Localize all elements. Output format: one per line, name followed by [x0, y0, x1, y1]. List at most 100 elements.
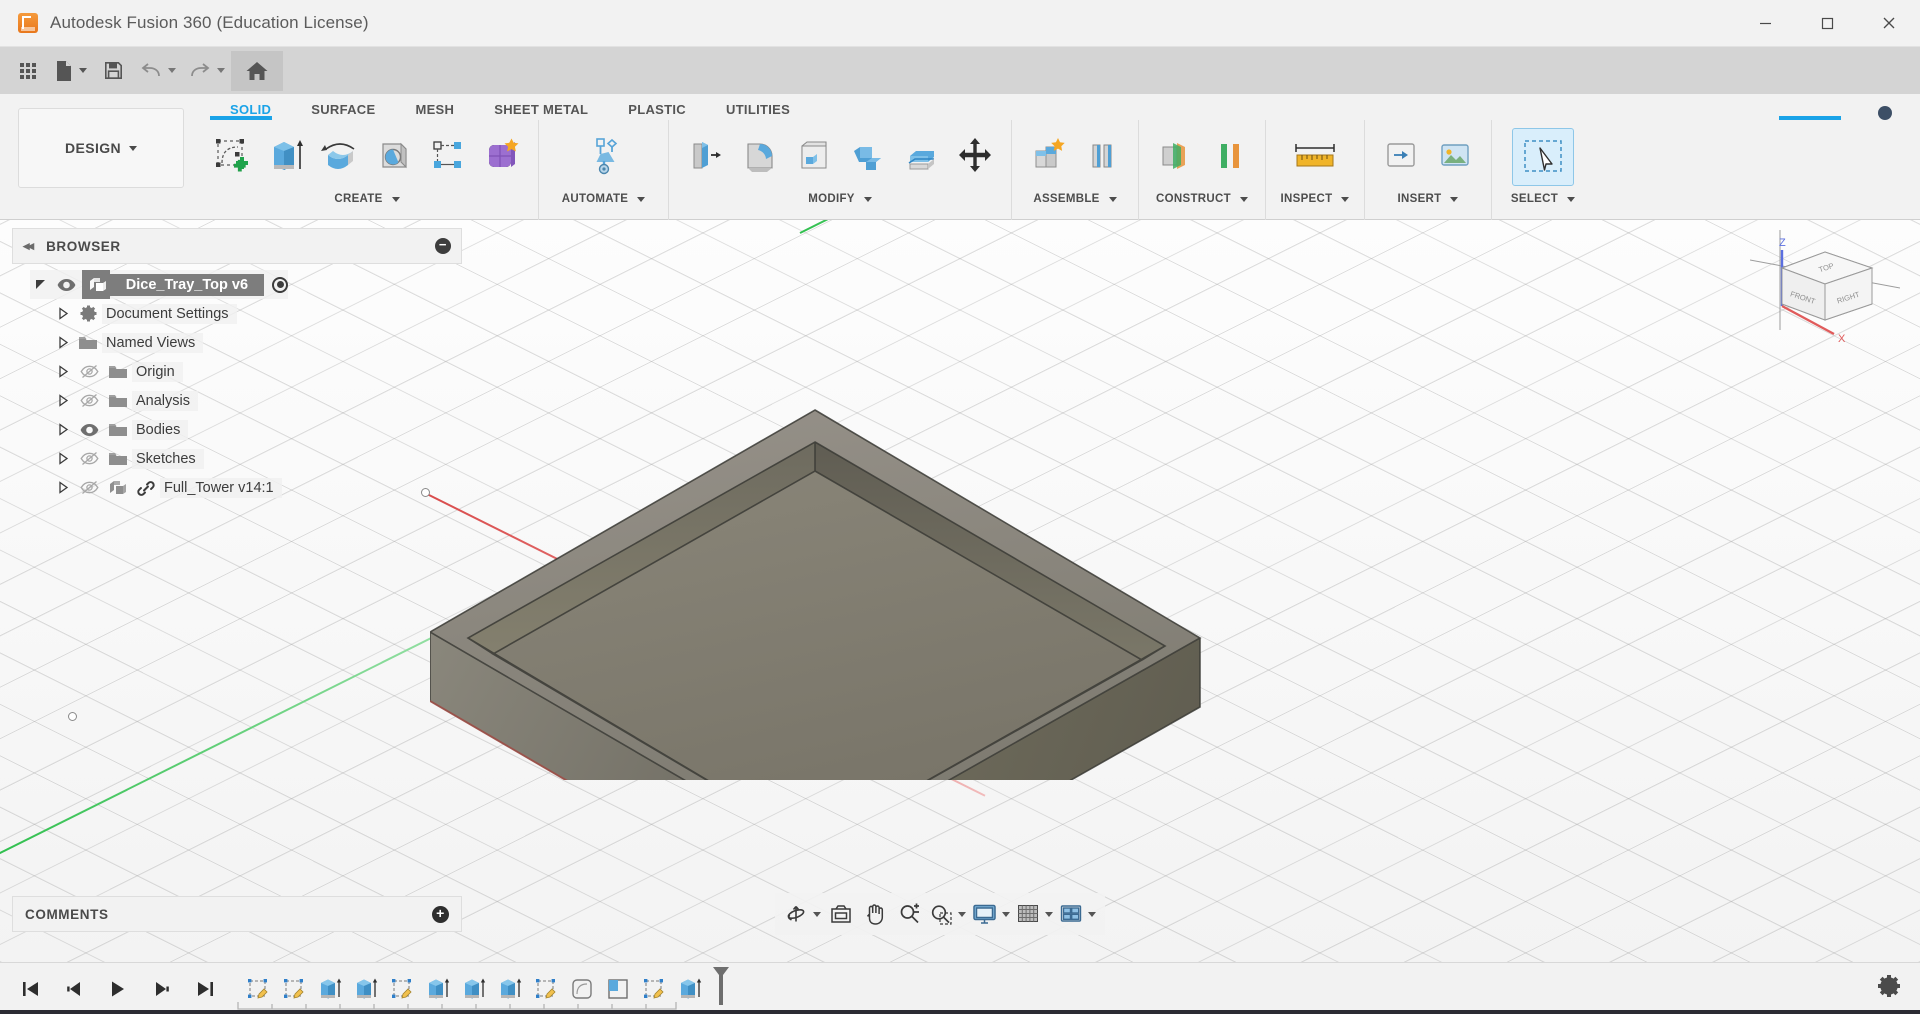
- tool-create-sketch[interactable]: [206, 124, 258, 186]
- panel-construct-label[interactable]: CONSTRUCT: [1145, 186, 1259, 212]
- browser-item-origin[interactable]: Origin: [52, 357, 462, 386]
- skip-to-end-icon[interactable]: [186, 969, 226, 1009]
- grid-snap-icon[interactable]: [1013, 896, 1056, 932]
- folder-icon: [104, 364, 132, 380]
- comments-panel[interactable]: COMMENTS +: [12, 896, 462, 932]
- file-menu-button[interactable]: [48, 51, 93, 91]
- expand-triangle-icon[interactable]: [52, 423, 74, 436]
- orbit-icon[interactable]: [781, 896, 824, 932]
- tool-create-form[interactable]: [476, 124, 528, 186]
- display-settings-icon[interactable]: [969, 896, 1013, 932]
- visibility-eye-icon[interactable]: [74, 423, 104, 437]
- tool-automate[interactable]: [578, 124, 630, 186]
- tool-extrude[interactable]: [260, 124, 312, 186]
- viewports-icon[interactable]: [1056, 896, 1099, 932]
- tool-pattern[interactable]: [422, 124, 474, 186]
- zoom-icon[interactable]: [892, 896, 926, 932]
- tab-surface[interactable]: SURFACE: [291, 94, 395, 117]
- panel-label-text: INSPECT: [1281, 193, 1333, 205]
- browser-root-row[interactable]: Dice_Tray_Top v6: [30, 270, 288, 299]
- expand-triangle-icon[interactable]: [52, 452, 74, 465]
- tab-utilities[interactable]: UTILITIES: [706, 94, 810, 117]
- visibility-eye-off-icon[interactable]: [74, 451, 104, 466]
- tool-plane-at-angle[interactable]: [1203, 124, 1255, 186]
- timeline-feature-extrude[interactable]: [672, 970, 708, 1008]
- panel-assemble-label[interactable]: ASSEMBLE: [1018, 186, 1132, 212]
- tool-select[interactable]: [1512, 128, 1574, 186]
- tool-fillet[interactable]: [733, 124, 785, 186]
- activate-component-radio[interactable]: [272, 277, 288, 293]
- expand-triangle-icon[interactable]: [30, 278, 52, 291]
- panel-insert-label[interactable]: INSERT: [1371, 186, 1485, 212]
- home-button[interactable]: [231, 51, 283, 91]
- tool-decal[interactable]: [1429, 124, 1481, 186]
- timeline-ruler: [237, 1001, 677, 1010]
- tab-mesh[interactable]: MESH: [395, 94, 474, 117]
- browser-collapse-icon[interactable]: ◂◂: [23, 238, 32, 254]
- visibility-eye-off-icon[interactable]: [74, 393, 104, 408]
- step-back-icon[interactable]: [54, 969, 94, 1009]
- workspace-selector[interactable]: DESIGN: [18, 108, 184, 188]
- pan-icon[interactable]: [858, 896, 892, 932]
- expand-triangle-icon[interactable]: [52, 481, 74, 494]
- tool-measure[interactable]: [1289, 124, 1341, 186]
- browser-item-analysis[interactable]: Analysis: [52, 386, 462, 415]
- show-data-panel-button[interactable]: [8, 51, 48, 91]
- panel-automate-label[interactable]: AUTOMATE: [545, 186, 662, 212]
- tool-move-copy[interactable]: [949, 124, 1001, 186]
- tab-sheet-metal[interactable]: SHEET METAL: [474, 94, 608, 117]
- tool-new-component[interactable]: [1022, 124, 1074, 186]
- panel-select-label[interactable]: SELECT: [1498, 186, 1588, 212]
- play-icon[interactable]: [98, 969, 138, 1009]
- browser-minimize-button[interactable]: −: [435, 238, 451, 254]
- tool-press-pull[interactable]: [679, 124, 731, 186]
- save-button[interactable]: [93, 51, 133, 91]
- visibility-eye-icon[interactable]: [52, 278, 82, 292]
- panel-modify-label[interactable]: MODIFY: [675, 186, 1005, 212]
- browser-item-sketches[interactable]: Sketches: [52, 444, 462, 473]
- browser-item-bodies[interactable]: Bodies: [52, 415, 462, 444]
- timeline-marker[interactable]: [710, 965, 732, 1012]
- browser-item-label: Origin: [132, 362, 183, 382]
- tray-model[interactable]: [430, 220, 1230, 780]
- tool-offset-plane[interactable]: [1149, 124, 1201, 186]
- panel-create-label[interactable]: CREATE: [202, 186, 532, 212]
- add-comment-button[interactable]: +: [432, 906, 449, 923]
- chevron-down-icon: [813, 912, 821, 917]
- tool-offset-face[interactable]: [895, 124, 947, 186]
- tab-solid[interactable]: SOLID: [210, 94, 291, 117]
- chevron-down-icon: [129, 146, 137, 151]
- tool-combine[interactable]: [841, 124, 893, 186]
- undo-button[interactable]: [133, 51, 182, 91]
- tool-shell[interactable]: [787, 124, 839, 186]
- visibility-eye-off-icon[interactable]: [74, 364, 104, 379]
- close-button[interactable]: [1858, 0, 1920, 47]
- panel-inspect-label[interactable]: INSPECT: [1272, 186, 1358, 212]
- timeline-settings-gear-icon[interactable]: [1876, 973, 1902, 1004]
- zoom-window-icon[interactable]: [926, 896, 969, 932]
- view-cube[interactable]: Z X TOP FRONT RIGHT: [1750, 230, 1900, 360]
- chevron-down-icon: [864, 197, 872, 202]
- ribbon-tabs: SOLID SURFACE MESH SHEET METAL PLASTIC U…: [210, 94, 810, 117]
- tab-plastic[interactable]: PLASTIC: [608, 94, 706, 117]
- tool-revolve[interactable]: [314, 124, 366, 186]
- expand-triangle-icon[interactable]: [52, 394, 74, 407]
- visibility-eye-off-icon[interactable]: [74, 480, 104, 495]
- minimize-button[interactable]: [1734, 0, 1796, 47]
- expand-triangle-icon[interactable]: [52, 336, 74, 349]
- browser-item-full-tower[interactable]: Full_Tower v14:1: [52, 473, 462, 502]
- expand-triangle-icon[interactable]: [52, 365, 74, 378]
- browser-item-named-views[interactable]: Named Views: [52, 328, 462, 357]
- redo-button[interactable]: [182, 51, 231, 91]
- tool-sweep[interactable]: [368, 124, 420, 186]
- look-at-icon[interactable]: [824, 896, 858, 932]
- step-forward-icon[interactable]: [142, 969, 182, 1009]
- maximize-button[interactable]: [1796, 0, 1858, 47]
- expand-triangle-icon[interactable]: [52, 307, 74, 320]
- browser-item-document-settings[interactable]: Document Settings: [52, 299, 462, 328]
- tool-insert-derive[interactable]: [1375, 124, 1427, 186]
- tool-joint[interactable]: [1076, 124, 1128, 186]
- 3d-viewport[interactable]: Z X TOP FRONT RIGHT ◂◂ BROWSER −: [0, 220, 1920, 962]
- timeline-playback-controls: [0, 969, 226, 1009]
- skip-to-start-icon[interactable]: [10, 969, 50, 1009]
